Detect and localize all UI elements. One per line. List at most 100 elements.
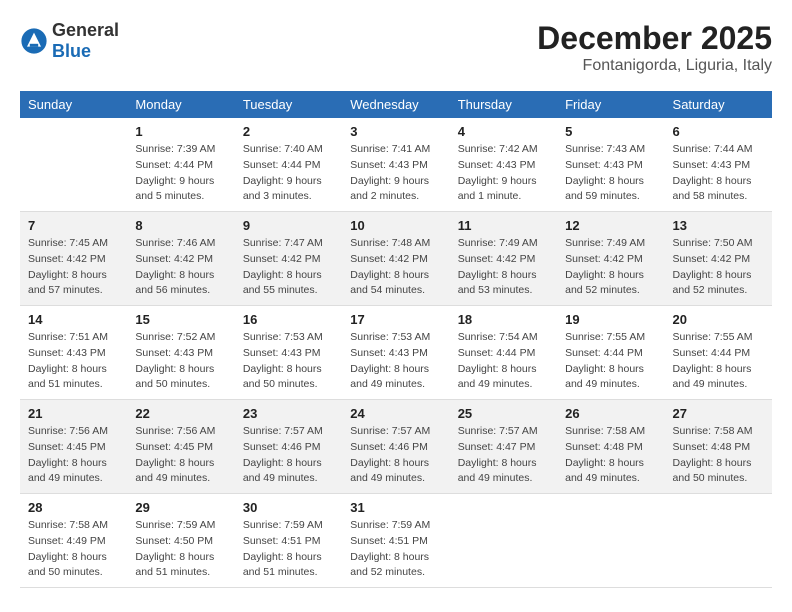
cell-sun-info: Sunrise: 7:45 AMSunset: 4:42 PMDaylight:… [28, 236, 119, 299]
calendar-cell: 29 Sunrise: 7:59 AMSunset: 4:50 PMDayligh… [127, 494, 234, 588]
cell-sun-info: Sunrise: 7:58 AMSunset: 4:48 PMDaylight:… [673, 424, 764, 487]
logo-blue: Blue [52, 41, 91, 61]
calendar-cell: 17 Sunrise: 7:53 AMSunset: 4:43 PMDayligh… [342, 306, 449, 400]
cell-sun-info: Sunrise: 7:59 AMSunset: 4:51 PMDaylight:… [350, 518, 441, 581]
day-number: 18 [458, 312, 549, 327]
calendar-cell [557, 494, 664, 588]
calendar-cell: 30 Sunrise: 7:59 AMSunset: 4:51 PMDayligh… [235, 494, 342, 588]
day-number: 31 [350, 500, 441, 515]
calendar-cell [450, 494, 557, 588]
day-number: 5 [565, 124, 656, 139]
calendar-cell [20, 118, 127, 212]
calendar-cell: 22Sunrise: 7:56 AMSunset: 4:45 PMDayligh… [127, 400, 234, 494]
cell-sun-info: Sunrise: 7:51 AMSunset: 4:43 PMDaylight:… [28, 330, 119, 393]
calendar-cell: 25Sunrise: 7:57 AMSunset: 4:47 PMDayligh… [450, 400, 557, 494]
cell-sun-info: Sunrise: 7:55 AMSunset: 4:44 PMDaylight:… [565, 330, 656, 393]
calendar-cell: 20 Sunrise: 7:55 AMSunset: 4:44 PMDayligh… [665, 306, 772, 400]
day-number: 12 [565, 218, 656, 233]
cell-sun-info: Sunrise: 7:57 AMSunset: 4:46 PMDaylight:… [350, 424, 441, 487]
day-number: 30 [243, 500, 334, 515]
cell-sun-info: Sunrise: 7:39 AMSunset: 4:44 PMDaylight:… [135, 142, 226, 205]
logo-icon [20, 27, 48, 55]
cell-sun-info: Sunrise: 7:50 AMSunset: 4:42 PMDaylight:… [673, 236, 764, 299]
day-number: 3 [350, 124, 441, 139]
cell-sun-info: Sunrise: 7:56 AMSunset: 4:45 PMDaylight:… [28, 424, 119, 487]
weekday-header: Thursday [450, 91, 557, 118]
calendar-cell: 18 Sunrise: 7:54 AMSunset: 4:44 PMDayligh… [450, 306, 557, 400]
day-number: 20 [673, 312, 764, 327]
subtitle: Fontanigorda, Liguria, Italy [537, 57, 772, 75]
calendar-cell: 3 Sunrise: 7:41 AMSunset: 4:43 PMDaylight… [342, 118, 449, 212]
day-number: 8 [135, 218, 226, 233]
calendar-week-row: 21Sunrise: 7:56 AMSunset: 4:45 PMDayligh… [20, 400, 772, 494]
day-number: 23 [243, 406, 334, 421]
calendar-cell: 19Sunrise: 7:55 AMSunset: 4:44 PMDayligh… [557, 306, 664, 400]
cell-sun-info: Sunrise: 7:57 AMSunset: 4:46 PMDaylight:… [243, 424, 334, 487]
cell-sun-info: Sunrise: 7:59 AMSunset: 4:50 PMDaylight:… [135, 518, 226, 581]
cell-sun-info: Sunrise: 7:53 AMSunset: 4:43 PMDaylight:… [243, 330, 334, 393]
calendar-week-row: 7 Sunrise: 7:45 AMSunset: 4:42 PMDaylight… [20, 212, 772, 306]
calendar-cell [665, 494, 772, 588]
day-number: 2 [243, 124, 334, 139]
cell-sun-info: Sunrise: 7:40 AMSunset: 4:44 PMDaylight:… [243, 142, 334, 205]
day-number: 14 [28, 312, 119, 327]
calendar-week-row: 28Sunrise: 7:58 AMSunset: 4:49 PMDayligh… [20, 494, 772, 588]
weekday-header: Wednesday [342, 91, 449, 118]
day-number: 29 [135, 500, 226, 515]
cell-sun-info: Sunrise: 7:43 AMSunset: 4:43 PMDaylight:… [565, 142, 656, 205]
calendar-cell: 16 Sunrise: 7:53 AMSunset: 4:43 PMDayligh… [235, 306, 342, 400]
cell-sun-info: Sunrise: 7:59 AMSunset: 4:51 PMDaylight:… [243, 518, 334, 581]
cell-sun-info: Sunrise: 7:46 AMSunset: 4:42 PMDaylight:… [135, 236, 226, 299]
day-number: 1 [135, 124, 226, 139]
calendar-cell: 1 Sunrise: 7:39 AMSunset: 4:44 PMDaylight… [127, 118, 234, 212]
day-number: 10 [350, 218, 441, 233]
day-number: 9 [243, 218, 334, 233]
day-number: 13 [673, 218, 764, 233]
calendar-cell: 26Sunrise: 7:58 AMSunset: 4:48 PMDayligh… [557, 400, 664, 494]
logo-general: General [52, 20, 119, 40]
cell-sun-info: Sunrise: 7:48 AMSunset: 4:42 PMDaylight:… [350, 236, 441, 299]
calendar-cell: 13 Sunrise: 7:50 AMSunset: 4:42 PMDayligh… [665, 212, 772, 306]
calendar-week-row: 1 Sunrise: 7:39 AMSunset: 4:44 PMDaylight… [20, 118, 772, 212]
day-number: 28 [28, 500, 119, 515]
cell-sun-info: Sunrise: 7:55 AMSunset: 4:44 PMDaylight:… [673, 330, 764, 393]
calendar-cell: 10 Sunrise: 7:48 AMSunset: 4:42 PMDayligh… [342, 212, 449, 306]
calendar-cell: 21Sunrise: 7:56 AMSunset: 4:45 PMDayligh… [20, 400, 127, 494]
calendar-cell: 2 Sunrise: 7:40 AMSunset: 4:44 PMDaylight… [235, 118, 342, 212]
day-number: 24 [350, 406, 441, 421]
calendar-cell: 5 Sunrise: 7:43 AMSunset: 4:43 PMDaylight… [557, 118, 664, 212]
calendar-cell: 6 Sunrise: 7:44 AMSunset: 4:43 PMDaylight… [665, 118, 772, 212]
calendar-week-row: 14 Sunrise: 7:51 AMSunset: 4:43 PMDayligh… [20, 306, 772, 400]
calendar-cell: 4Sunrise: 7:42 AMSunset: 4:43 PMDaylight… [450, 118, 557, 212]
weekday-header: Tuesday [235, 91, 342, 118]
day-number: 16 [243, 312, 334, 327]
day-number: 25 [458, 406, 549, 421]
calendar-cell: 23 Sunrise: 7:57 AMSunset: 4:46 PMDayligh… [235, 400, 342, 494]
calendar-cell: 14 Sunrise: 7:51 AMSunset: 4:43 PMDayligh… [20, 306, 127, 400]
header: General Blue December 2025 Fontanigorda,… [20, 20, 772, 75]
cell-sun-info: Sunrise: 7:53 AMSunset: 4:43 PMDaylight:… [350, 330, 441, 393]
weekday-header: Friday [557, 91, 664, 118]
calendar-cell: 27Sunrise: 7:58 AMSunset: 4:48 PMDayligh… [665, 400, 772, 494]
day-number: 7 [28, 218, 119, 233]
calendar-cell: 9Sunrise: 7:47 AMSunset: 4:42 PMDaylight… [235, 212, 342, 306]
cell-sun-info: Sunrise: 7:49 AMSunset: 4:42 PMDaylight:… [565, 236, 656, 299]
logo: General Blue [20, 20, 119, 62]
cell-sun-info: Sunrise: 7:56 AMSunset: 4:45 PMDaylight:… [135, 424, 226, 487]
main-title: December 2025 [537, 20, 772, 57]
day-number: 17 [350, 312, 441, 327]
calendar-cell: 11Sunrise: 7:49 AMSunset: 4:42 PMDayligh… [450, 212, 557, 306]
cell-sun-info: Sunrise: 7:44 AMSunset: 4:43 PMDaylight:… [673, 142, 764, 205]
weekday-header: Saturday [665, 91, 772, 118]
calendar-cell: 15Sunrise: 7:52 AMSunset: 4:43 PMDayligh… [127, 306, 234, 400]
title-area: December 2025 Fontanigorda, Liguria, Ita… [537, 20, 772, 75]
weekday-header: Monday [127, 91, 234, 118]
calendar-table: SundayMondayTuesdayWednesdayThursdayFrid… [20, 91, 772, 588]
calendar-cell: 28Sunrise: 7:58 AMSunset: 4:49 PMDayligh… [20, 494, 127, 588]
calendar-cell: 8 Sunrise: 7:46 AMSunset: 4:42 PMDaylight… [127, 212, 234, 306]
day-number: 26 [565, 406, 656, 421]
cell-sun-info: Sunrise: 7:54 AMSunset: 4:44 PMDaylight:… [458, 330, 549, 393]
calendar-cell: 7 Sunrise: 7:45 AMSunset: 4:42 PMDaylight… [20, 212, 127, 306]
day-number: 6 [673, 124, 764, 139]
cell-sun-info: Sunrise: 7:41 AMSunset: 4:43 PMDaylight:… [350, 142, 441, 205]
